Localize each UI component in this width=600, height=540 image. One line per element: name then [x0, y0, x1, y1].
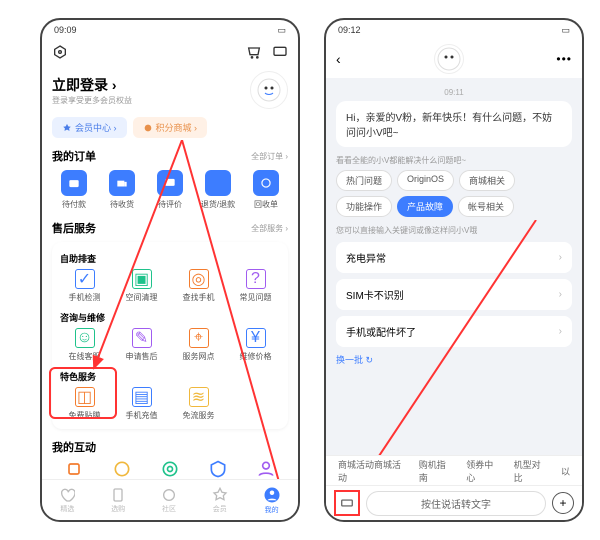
scrolltab-activity[interactable]: 商城活动商城活动 [338, 458, 405, 484]
interact-2[interactable] [100, 459, 144, 479]
aftersale-link[interactable]: 全部服务 › [251, 223, 288, 234]
chip-mall[interactable]: 商城相关 [459, 170, 515, 191]
message-icon[interactable] [272, 44, 288, 65]
interact-4[interactable] [196, 459, 240, 479]
tab-shop[interactable]: 选购 [110, 487, 126, 514]
tab-member[interactable]: 会员 [212, 487, 228, 514]
plus-icon[interactable]: + [552, 492, 574, 514]
apply-aftersale[interactable]: ✎申请售后 [115, 328, 168, 362]
cart-icon[interactable] [246, 44, 262, 65]
order-pending-review[interactable]: 待评价 [148, 170, 192, 210]
interact-3[interactable] [148, 459, 192, 479]
order-refund[interactable]: 退货/退款 [196, 170, 240, 210]
time: 09:12 [338, 25, 361, 35]
status-bar: 09:12 ▭ [326, 20, 582, 40]
login-sub: 登录享受更多会员权益 [52, 95, 132, 106]
row-broken[interactable]: 手机或配件坏了› [336, 316, 572, 347]
phone-check[interactable]: ✓手机检测 [58, 269, 111, 303]
member-center-pill[interactable]: 会员中心 › [52, 117, 127, 138]
scrolltab-more[interactable]: 以 [561, 465, 570, 478]
find-phone[interactable]: ◎查找手机 [172, 269, 225, 303]
timestamp: 09:11 [336, 88, 572, 97]
chip-fault[interactable]: 产品故障 [397, 196, 453, 217]
service-point[interactable]: ⌖服务网点 [172, 328, 225, 362]
battery-icon: ▭ [277, 25, 286, 36]
chip-account[interactable]: 帐号相关 [458, 196, 514, 217]
greeting-bubble: Hi，亲爱的V粉，新年快乐！有什么问题，不妨问问小V吧~ [336, 101, 572, 147]
selfcheck-title: 自助排查 [60, 252, 282, 265]
tab-bar: 精选 选购 社区 会员 我的 [42, 479, 298, 520]
free-flow[interactable]: ≋免流服务 [172, 387, 225, 421]
special-title: 特色服务 [60, 370, 282, 383]
row-charging[interactable]: 充电异常› [336, 242, 572, 273]
orders-title: 我的订单 [52, 148, 96, 164]
scrolltab-coupon[interactable]: 领券中心 [466, 458, 499, 484]
order-pending-pay[interactable]: 待付款 [52, 170, 96, 210]
free-film[interactable]: ◫免费贴膜 [58, 387, 111, 421]
consult-title: 咨询与维修 [60, 311, 282, 324]
scrolltab-guide[interactable]: 购机指南 [419, 458, 452, 484]
tab-mine[interactable]: 我的 [263, 486, 281, 515]
voice-input[interactable]: 按住说话转文字 [366, 491, 546, 516]
scroll-tabs: 商城活动商城活动 购机指南 领券中心 机型对比 以 [326, 455, 582, 486]
orders-link[interactable]: 全部订单 › [251, 151, 288, 162]
interact-5[interactable] [244, 459, 288, 479]
hint-1: 看看全能的小V都能解决什么问题吧~ [336, 155, 572, 166]
space-clean[interactable]: ▣空间清理 [115, 269, 168, 303]
aftersale-title: 售后服务 [52, 220, 96, 236]
back-icon[interactable]: ‹ [336, 51, 341, 67]
status-bar: 09:09 ▭ [42, 20, 298, 40]
row-sim[interactable]: SIM卡不识别› [336, 279, 572, 310]
scrolltab-compare[interactable]: 机型对比 [514, 458, 547, 484]
points-mall-pill[interactable]: 积分商城 › [133, 117, 208, 138]
refresh-link[interactable]: 换一批 ↻ [336, 353, 572, 366]
order-recycle[interactable]: 回收单 [244, 170, 288, 210]
chip-function[interactable]: 功能操作 [336, 196, 392, 217]
settings-icon[interactable] [52, 44, 68, 65]
input-bar: 按住说话转文字 + [326, 485, 582, 520]
online-service[interactable]: ☺在线客服 [58, 328, 111, 362]
login-title[interactable]: 立即登录 › [52, 75, 132, 95]
phone-recharge[interactable]: ▤手机充值 [115, 387, 168, 421]
interact-1[interactable] [52, 459, 96, 479]
hint-2: 您可以直接输入关键词或像这样问小V哦 [336, 225, 572, 236]
battery-icon: ▭ [561, 25, 570, 36]
orders-grid: 待付款 待收货 待评价 退货/退款 回收单 [52, 170, 288, 210]
time: 09:09 [54, 25, 77, 35]
interact-title: 我的互动 [52, 439, 96, 455]
bot-avatar [434, 44, 464, 74]
avatar[interactable] [250, 71, 288, 109]
repair-price[interactable]: ¥维修价格 [229, 328, 282, 362]
chip-hot[interactable]: 热门问题 [336, 170, 392, 191]
topic-chips: 热门问题 OriginOS 商城相关 功能操作 产品故障 帐号相关 [336, 170, 572, 217]
order-pending-receive[interactable]: 待收货 [100, 170, 144, 210]
tab-featured[interactable]: 精选 [59, 487, 75, 514]
tab-community[interactable]: 社区 [161, 487, 177, 514]
more-icon[interactable]: ••• [556, 52, 572, 66]
keyboard-icon[interactable] [334, 490, 360, 516]
faq[interactable]: ?常见问题 [229, 269, 282, 303]
chip-originos[interactable]: OriginOS [397, 170, 454, 191]
